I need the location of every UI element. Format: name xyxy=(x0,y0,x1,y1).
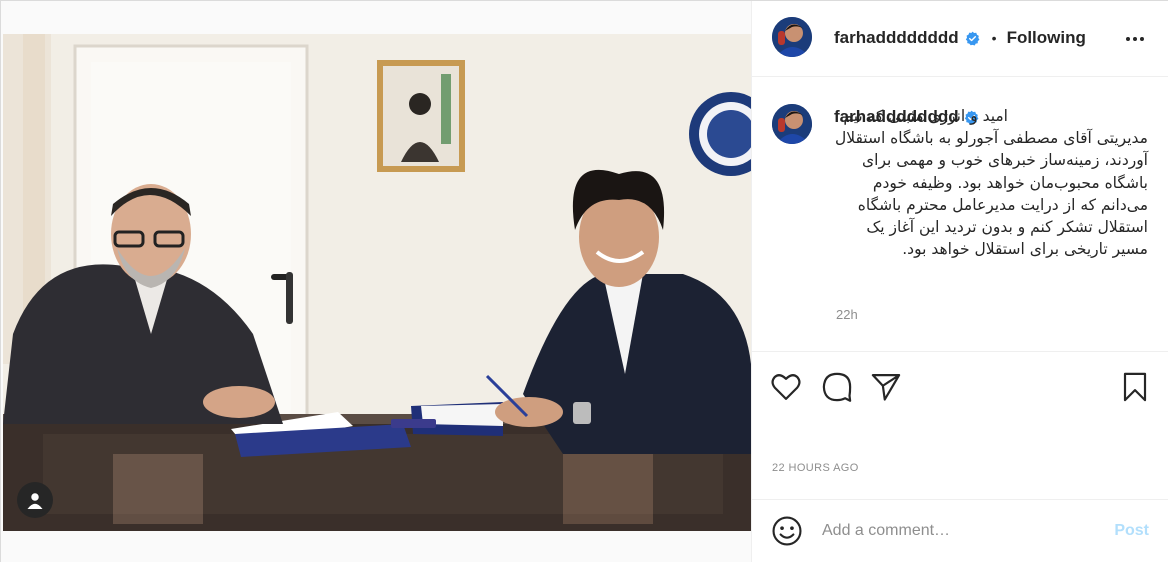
header-user: farhadddddddd • Following xyxy=(834,28,1086,48)
comment-input[interactable] xyxy=(822,518,1102,544)
username-link[interactable]: farhadddddddd xyxy=(834,28,959,48)
avatar-image xyxy=(772,104,812,144)
comment-bubble-icon xyxy=(822,372,852,402)
post-media-column xyxy=(1,1,752,562)
caption-relative-time[interactable]: 22h xyxy=(836,307,858,322)
paper-plane-icon xyxy=(871,374,901,401)
comment-bar: Post xyxy=(752,499,1168,562)
more-options-icon[interactable] xyxy=(1123,27,1147,51)
comment-button[interactable] xyxy=(820,370,854,404)
instagram-post-window: farhadddddddd • Following farhadddddddd … xyxy=(0,0,1168,562)
emoji-icon[interactable] xyxy=(770,514,804,548)
post-sidebar: farhadddddddd • Following farhadddddddd … xyxy=(752,1,1168,562)
verified-badge-icon xyxy=(965,31,980,45)
caption-text: امید و انرژی مثبتی که تیم مدیریتی آقای م… xyxy=(832,105,1148,260)
user-tag-icon xyxy=(27,493,43,509)
caption-avatar[interactable] xyxy=(772,104,812,144)
like-button[interactable] xyxy=(769,370,803,404)
separator-dot: • xyxy=(991,30,997,46)
save-button[interactable] xyxy=(1118,370,1152,404)
post-timestamp[interactable]: 22 HOURS AGO xyxy=(772,462,859,474)
following-button[interactable]: Following xyxy=(1007,28,1086,48)
heart-icon xyxy=(771,374,801,400)
post-photo[interactable] xyxy=(3,34,751,531)
caption-body: امید و انرژی مثبتی که تیم مدیریتی آقای م… xyxy=(834,107,1148,259)
share-button[interactable] xyxy=(869,370,903,404)
photo-illustration xyxy=(3,34,751,531)
post-comment-button[interactable]: Post xyxy=(1114,522,1149,540)
avatar[interactable] xyxy=(772,17,812,57)
action-bar xyxy=(752,351,1168,421)
avatar-image xyxy=(772,17,812,57)
bookmark-icon xyxy=(1123,372,1147,402)
user-tags-button[interactable] xyxy=(17,482,53,518)
post-header: farhadddddddd • Following xyxy=(752,1,1168,77)
